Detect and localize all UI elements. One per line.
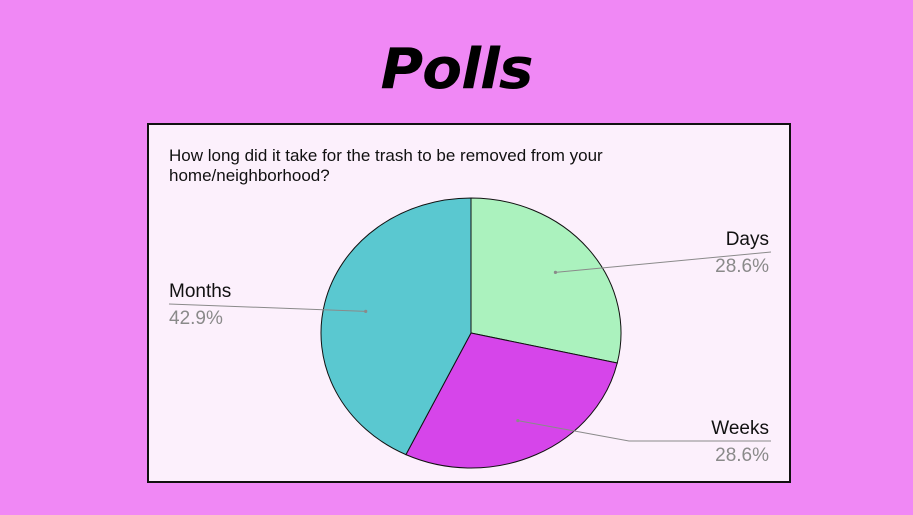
slide-title: Polls — [380, 37, 533, 102]
leader-dot-weeks — [516, 418, 520, 423]
leader-dot-months — [364, 309, 368, 313]
pie-chart — [168, 197, 772, 469]
slice-value-days: 28.6% — [715, 256, 769, 277]
slice-label-weeks: Weeks — [711, 418, 769, 439]
poll-card: How long did it take for the trash to be… — [147, 123, 791, 483]
slice-label-days: Days — [725, 229, 769, 250]
slice-label-months: Months — [169, 281, 232, 302]
slice-value-weeks: 28.6% — [715, 445, 769, 466]
slice-value-months: 42.9% — [169, 308, 223, 329]
pie-slices — [320, 197, 622, 469]
leader-dot-days — [553, 270, 558, 274]
